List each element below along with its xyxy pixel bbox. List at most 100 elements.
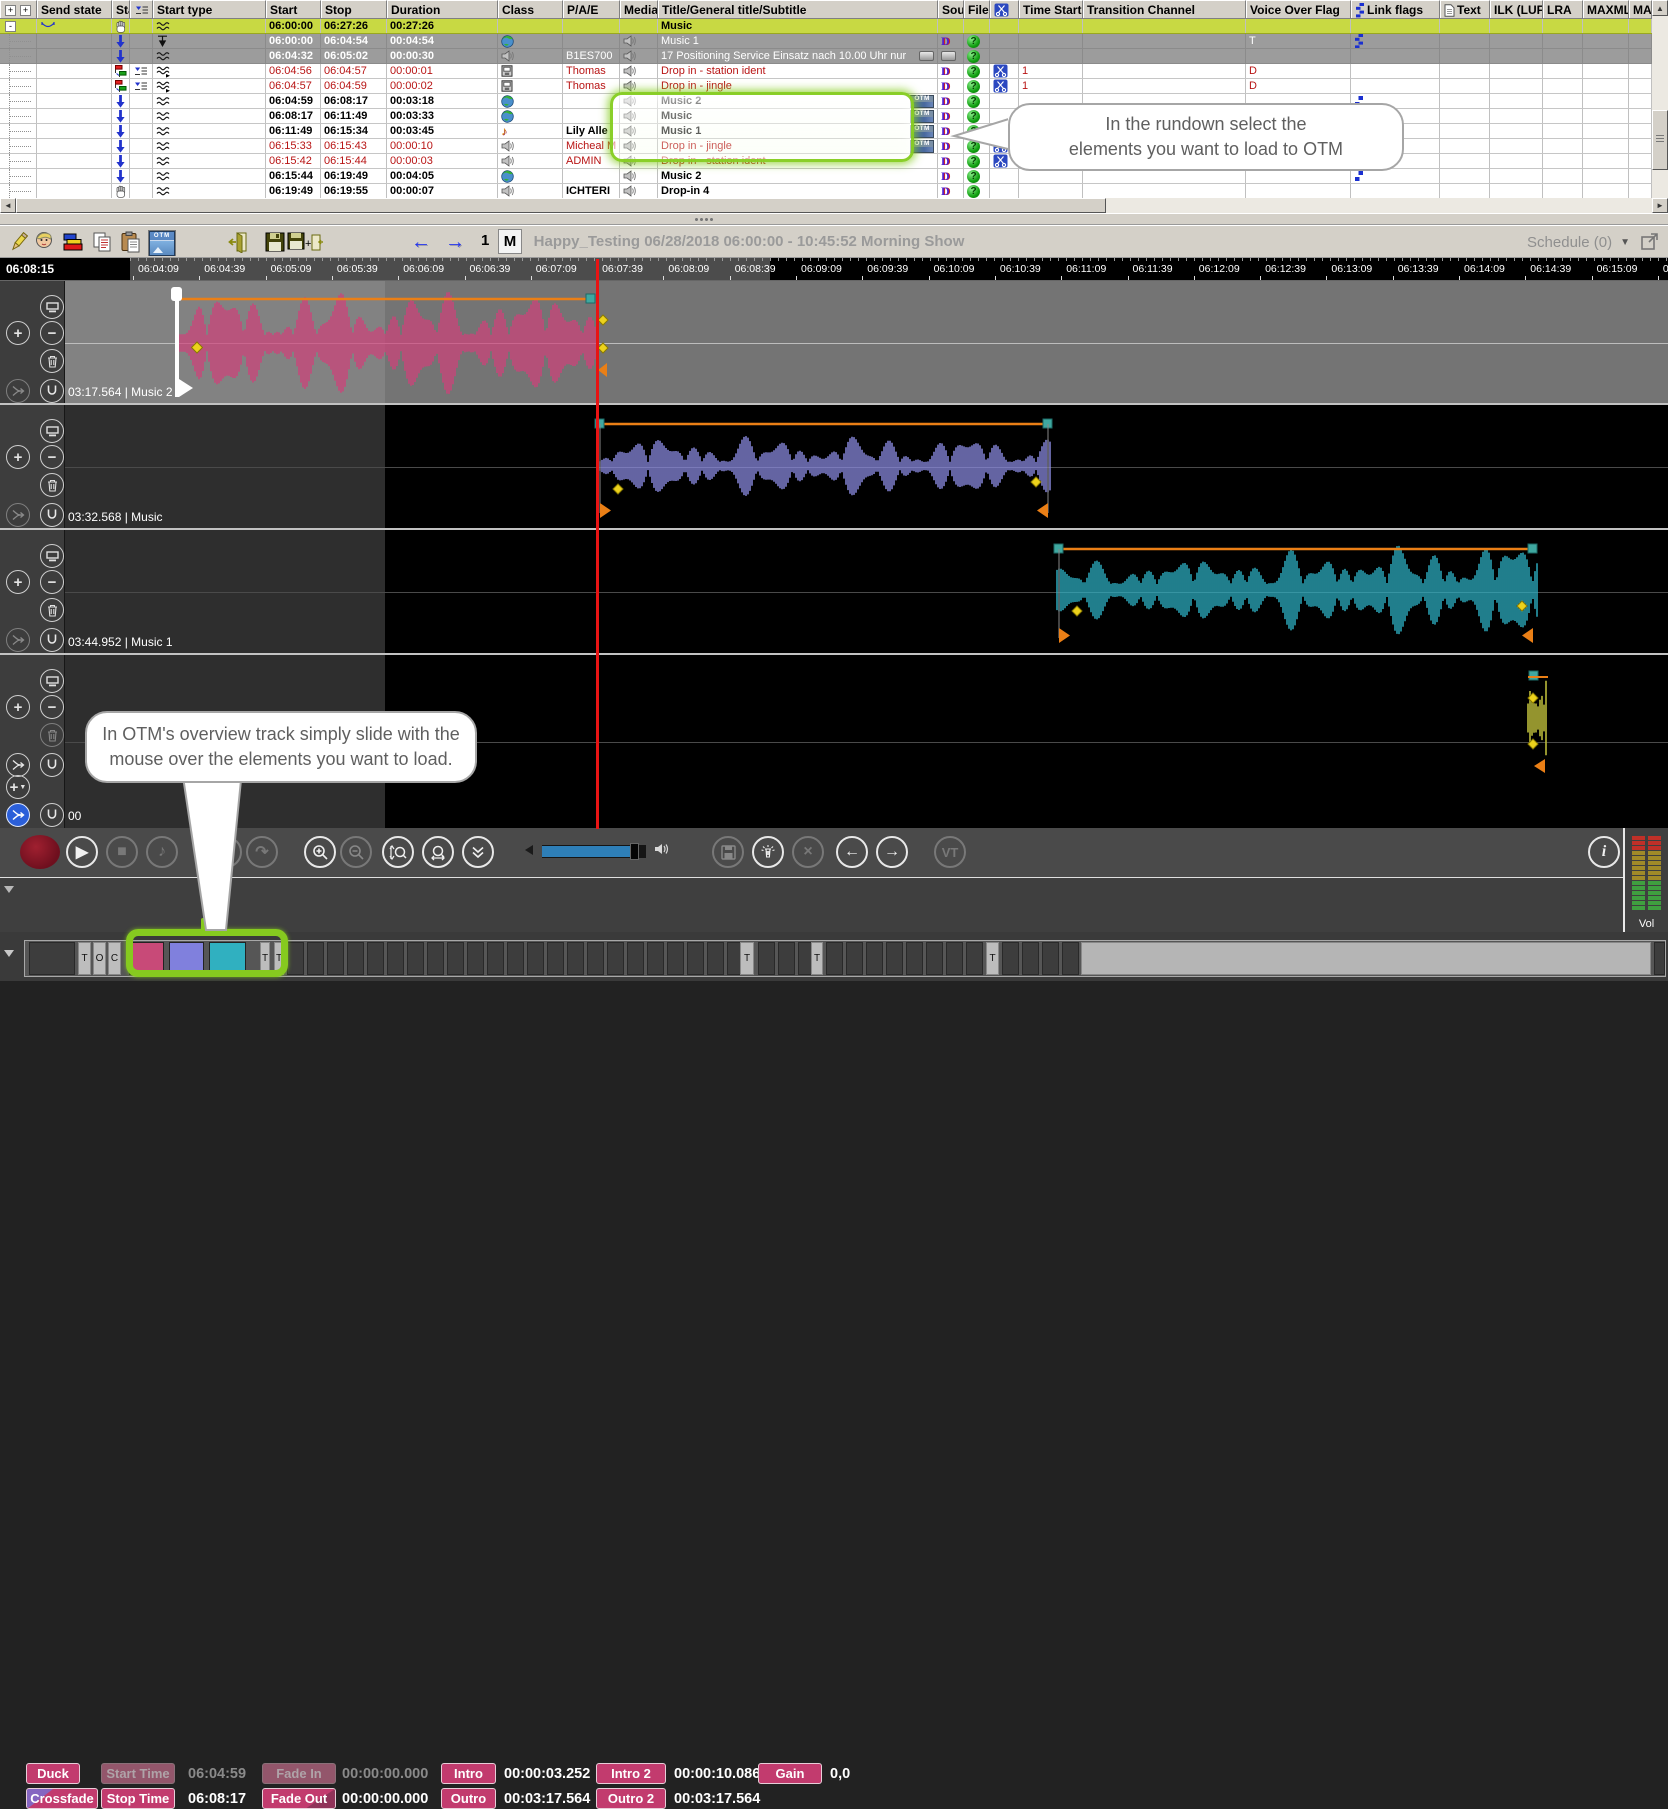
clip2-fadein-marker[interactable]: [600, 503, 611, 518]
track-remove-track-button[interactable]: −: [40, 445, 64, 469]
overview-element[interactable]: [327, 942, 344, 975]
overview-element[interactable]: [946, 942, 963, 975]
track-merge-track-button[interactable]: [6, 503, 30, 527]
clip1-start-handle[interactable]: [175, 289, 179, 397]
clip1-start-cap[interactable]: [171, 287, 182, 301]
previous-element-button[interactable]: ←: [836, 836, 868, 868]
zoom-selection-button[interactable]: [422, 836, 454, 868]
column-header-ma[interactable]: MA: [1629, 0, 1652, 18]
collapse-tracks-button[interactable]: [462, 836, 494, 868]
track-delete-clip-button[interactable]: [40, 723, 64, 747]
close-button[interactable]: ×: [792, 836, 824, 868]
rundown-row[interactable]: 06:04:3206:05:0200:00:30B1ES70017 Positi…: [0, 49, 1668, 64]
track-snap-magnet-button[interactable]: [40, 803, 64, 827]
overview-element[interactable]: [826, 942, 843, 975]
clip1-start-triangle[interactable]: [179, 379, 193, 397]
overview-element[interactable]: [1022, 942, 1039, 975]
column-header-files[interactable]: File s: [964, 0, 990, 18]
scroll-left-button[interactable]: ◄: [0, 198, 16, 213]
column-header-sciss[interactable]: [990, 0, 1019, 18]
intro-button[interactable]: Intro: [441, 1763, 496, 1784]
track-merge-track-button[interactable]: [6, 628, 30, 652]
track-add-layer-button[interactable]: +▼: [6, 775, 30, 799]
column-header-send[interactable]: Send state: [37, 0, 112, 18]
rundown-horizontal-scrollbar[interactable]: ◄ ►: [0, 198, 1668, 213]
stop-button[interactable]: ■: [106, 836, 138, 868]
overview-element[interactable]: [467, 942, 484, 975]
track-snap-magnet-button[interactable]: [40, 753, 64, 777]
outro-button[interactable]: Outro: [441, 1788, 496, 1809]
rundown-row[interactable]: 06:04:5706:04:5900:00:02ThomasDrop in - …: [0, 79, 1668, 94]
collapse-panel-arrow-icon[interactable]: [4, 886, 14, 893]
track-delete-clip-button[interactable]: [40, 598, 64, 622]
overview-element[interactable]: T: [811, 942, 823, 975]
overview-element[interactable]: [527, 942, 544, 975]
track-snap-magnet-button[interactable]: [40, 503, 64, 527]
rundown-row[interactable]: 06:11:4906:15:3400:03:45♪Lily AlleMusic …: [0, 124, 1668, 139]
record-button[interactable]: [20, 835, 60, 869]
overview-element[interactable]: [1002, 942, 1019, 975]
timeline-ruler[interactable]: 06:08:15 06:04:0906:04:3906:05:0906:05:3…: [0, 258, 1668, 281]
column-header-pae[interactable]: P/A/E: [563, 0, 620, 18]
track-collapse-track-button[interactable]: [40, 544, 64, 568]
clip2-fade-diamond[interactable]: [613, 484, 623, 494]
overview-element[interactable]: [906, 942, 923, 975]
stop-time-button[interactable]: Stop Time: [101, 1788, 175, 1809]
overview-element[interactable]: [866, 942, 883, 975]
track-merge-track-button[interactable]: [6, 379, 30, 403]
overview-collapse-arrow-icon[interactable]: [4, 950, 14, 957]
pane-splitter[interactable]: [0, 213, 1668, 225]
overview-element[interactable]: [758, 942, 775, 975]
schedule-selector[interactable]: Schedule (0) ▼: [1527, 234, 1630, 251]
save-audio-button[interactable]: [712, 836, 744, 868]
rundown-row[interactable]: 06:15:3306:15:4300:00:10Micheal MDrop in…: [0, 139, 1668, 154]
fade-in-button[interactable]: Fade In: [262, 1763, 336, 1784]
outro-2-button[interactable]: Outro 2: [596, 1788, 666, 1809]
overview-element[interactable]: [687, 942, 704, 975]
overview-element[interactable]: [647, 942, 664, 975]
info-button[interactable]: i: [1588, 836, 1620, 868]
volume-handle[interactable]: [630, 843, 639, 860]
clip1-marker-diamond[interactable]: [598, 343, 608, 353]
track-add-track-button[interactable]: +: [6, 695, 30, 719]
rundown-row[interactable]: 06:19:4906:19:5500:00:07ICHTERIDrop-in 4…: [0, 184, 1668, 198]
column-header-tch[interactable]: Transition Channel: [1083, 0, 1246, 18]
clip3-end-handle[interactable]: [1528, 544, 1537, 553]
track-merge-track-active-button[interactable]: [6, 803, 30, 827]
track-remove-track-button[interactable]: −: [40, 570, 64, 594]
clip3-fadeout-marker[interactable]: [1522, 628, 1533, 643]
overview-element[interactable]: [427, 942, 444, 975]
waveform-clip[interactable]: [177, 292, 595, 394]
overview-element[interactable]: [507, 942, 524, 975]
expand-all-button[interactable]: +: [20, 5, 31, 16]
rundown-row[interactable]: 06:04:5606:04:5700:00:01ThomasDrop in - …: [0, 64, 1668, 79]
overview-element[interactable]: [1654, 942, 1665, 975]
rundown-row[interactable]: 06:04:5906:08:1700:03:18Music 2OTMD?: [0, 94, 1668, 109]
overview-element[interactable]: [966, 942, 983, 975]
scroll-thumb[interactable]: [1652, 110, 1668, 170]
popout-icon[interactable]: [1640, 232, 1660, 257]
splitter-grip[interactable]: [694, 217, 714, 222]
clip3-fadein-marker[interactable]: [1059, 628, 1070, 643]
column-header-tso[interactable]: Time Start On: [1019, 0, 1083, 18]
playhead[interactable]: [596, 259, 599, 829]
zoom-out-button[interactable]: [340, 836, 372, 868]
overview-element[interactable]: [287, 942, 304, 975]
column-header-cls[interactable]: Class: [498, 0, 563, 18]
track-remove-track-button[interactable]: −: [40, 695, 64, 719]
overview-element[interactable]: [547, 942, 564, 975]
column-header-link[interactable]: Link flags: [1351, 0, 1440, 18]
track-remove-track-button[interactable]: −: [40, 321, 64, 345]
redo-button[interactable]: ↷: [246, 836, 278, 868]
clip1-end-marker[interactable]: [598, 363, 607, 377]
column-header-dur[interactable]: Duration: [387, 0, 498, 18]
track-merge-track-button[interactable]: [6, 753, 30, 777]
column-header-ilk[interactable]: ILK (LUF: [1490, 0, 1543, 18]
track-add-track-button[interactable]: +: [6, 570, 30, 594]
overview-element[interactable]: O: [93, 942, 106, 975]
overview-element[interactable]: [387, 942, 404, 975]
overview-element[interactable]: [567, 942, 584, 975]
column-header-start[interactable]: Start: [266, 0, 321, 18]
track-collapse-track-button[interactable]: [40, 669, 64, 693]
track-delete-clip-button[interactable]: [40, 349, 64, 373]
